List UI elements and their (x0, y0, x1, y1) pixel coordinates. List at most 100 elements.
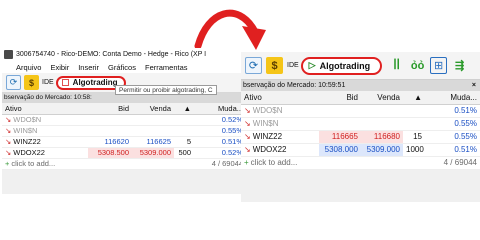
market-watch-table: Ativo Bid Venda ▲ Muda... ↘ WDO$N 0.51% ↘… (241, 91, 480, 170)
menu-arquivo[interactable]: Arquivo (16, 63, 41, 72)
table-row[interactable]: ↘ WDO$N 0.51% (241, 104, 480, 118)
down-arrow-icon: ↘ (5, 148, 12, 157)
add-symbol-row[interactable]: + click to add... 4 / 69044 (2, 158, 246, 170)
add-symbol-row[interactable]: + click to add... 4 / 69044 (241, 156, 480, 170)
change: 0.51% (425, 143, 480, 157)
change: 0.52% (194, 147, 246, 159)
market-watch-header: bservação do Mercado: 10:59:51 × (241, 80, 480, 91)
signal-icon[interactable]: ꟾꟾ (388, 57, 405, 74)
change: 0.55% (425, 130, 480, 144)
window-title: 3006754740 - Rico-DEMO: Conta Demo - Hed… (16, 51, 207, 58)
change: 0.51% (194, 136, 246, 148)
dollar-icon[interactable]: $ (24, 75, 39, 90)
add-symbol-label: click to add... (11, 159, 56, 168)
venda: 5309.000 (361, 143, 403, 157)
menu-bar: Arquivo Exibir Inserir Gráficos Ferramen… (2, 61, 246, 73)
table-row[interactable]: ↘ WIN$N 0.55% (241, 117, 480, 131)
bid (88, 125, 132, 137)
app-logo-icon (4, 50, 13, 59)
qty: 500 (174, 147, 194, 159)
table-row[interactable]: ↘ WINZ22 116665 116680 15 0.55% (241, 130, 480, 144)
change: 0.55% (194, 125, 246, 137)
terminal-window-after: ⟳ $ IDE ▷ Algotrading ꟾꟾ ỏỏ ⊞ ⇶ bservaçã… (241, 52, 480, 202)
col-mudanca[interactable]: Muda... (194, 103, 246, 115)
col-mudanca[interactable]: Muda... (425, 91, 480, 105)
symbol: WDO$N (252, 106, 283, 115)
qty (403, 117, 425, 131)
change: 0.51% (425, 104, 480, 118)
menu-inserir[interactable]: Inserir (78, 63, 99, 72)
col-sort[interactable]: ▲ (403, 91, 425, 105)
refresh-icon[interactable]: ⟳ (245, 57, 262, 74)
symbol: WDOX22 (252, 145, 287, 154)
col-ativo[interactable]: Ativo (2, 103, 88, 115)
chart-icon[interactable]: ỏỏ (409, 57, 426, 74)
qty (174, 125, 194, 137)
ide-button[interactable]: IDE (42, 79, 54, 86)
col-venda[interactable]: Venda (132, 103, 174, 115)
algotrading-label: Algotrading (72, 78, 118, 87)
dollar-icon[interactable]: $ (266, 57, 283, 74)
down-arrow-icon: ↘ (5, 137, 12, 146)
col-bid[interactable]: Bid (319, 91, 361, 105)
col-ativo[interactable]: Ativo (241, 91, 319, 105)
refresh-icon[interactable]: ⟳ (6, 75, 21, 90)
table-row[interactable]: ↘ WINZ22 116620 116625 5 0.51% (2, 136, 246, 148)
venda: 116680 (361, 130, 403, 144)
venda (132, 114, 174, 126)
symbol: WDOX22 (13, 148, 45, 157)
symbol-count: 4 / 69044 (403, 156, 480, 170)
down-arrow-icon: ↘ (5, 115, 12, 124)
toolbar: ⟳ $ IDE ▷ Algotrading ꟾꟾ ỏỏ ⊞ ⇶ (241, 52, 480, 80)
symbol-count: 4 / 69044 (174, 158, 246, 170)
terminal-window-before: 3006754740 - Rico-DEMO: Conta Demo - Hed… (2, 48, 246, 194)
symbol: WIN$N (252, 119, 279, 128)
down-arrow-icon: ↘ (244, 145, 251, 154)
play-icon: ▷ (308, 60, 316, 70)
change: 0.55% (425, 117, 480, 131)
market-watch-title: bservação do Mercado: 10:59:51 (243, 82, 346, 89)
down-arrow-icon: ↘ (5, 126, 12, 135)
qty (403, 104, 425, 118)
table-row[interactable]: ↘ WDOX22 5308.500 5309.000 500 0.52% (2, 147, 246, 159)
qty: 1000 (403, 143, 425, 157)
bid: 5308.500 (88, 147, 132, 159)
venda (361, 104, 403, 118)
table-row[interactable]: ↘ WIN$N 0.55% (2, 125, 246, 137)
ide-button[interactable]: IDE (287, 62, 299, 69)
bid: 116620 (88, 136, 132, 148)
col-bid[interactable]: Bid (88, 103, 132, 115)
close-icon[interactable]: × (472, 80, 476, 91)
menu-exibir[interactable]: Exibir (50, 63, 69, 72)
venda: 116625 (132, 136, 174, 148)
change: 0.52% (194, 114, 246, 126)
qty (174, 114, 194, 126)
venda (132, 125, 174, 137)
col-sort[interactable]: ▲ (174, 103, 194, 115)
symbol: WIN$N (13, 126, 38, 135)
stop-icon (61, 79, 69, 86)
symbol: WINZ22 (252, 132, 283, 141)
bid: 116665 (319, 130, 361, 144)
bid (319, 104, 361, 118)
menu-graficos[interactable]: Gráficos (108, 63, 136, 72)
arrow-icon[interactable]: ⇶ (451, 57, 468, 74)
bid: 5308.000 (319, 143, 361, 157)
venda (361, 117, 403, 131)
table-row[interactable]: ↘ WDO$N 0.52% (2, 114, 246, 126)
algotrading-button[interactable]: ▷ Algotrading (300, 56, 383, 75)
plus-icon: + (5, 159, 10, 168)
bid (88, 114, 132, 126)
symbol: WINZ22 (13, 137, 41, 146)
plus-icon: + (244, 158, 249, 167)
grid-icon[interactable]: ⊞ (430, 57, 448, 74)
add-symbol-label: click to add... (250, 158, 298, 167)
window-titlebar: 3006754740 - Rico-DEMO: Conta Demo - Hed… (2, 48, 246, 61)
down-arrow-icon: ↘ (244, 119, 251, 128)
down-arrow-icon: ↘ (244, 106, 251, 115)
col-venda[interactable]: Venda (361, 91, 403, 105)
table-row[interactable]: ↘ WDOX22 5308.000 5309.000 1000 0.51% (241, 143, 480, 157)
menu-ferramentas[interactable]: Ferramentas (145, 63, 188, 72)
symbol: WDO$N (13, 115, 42, 124)
algotrading-label: Algotrading (319, 60, 371, 71)
